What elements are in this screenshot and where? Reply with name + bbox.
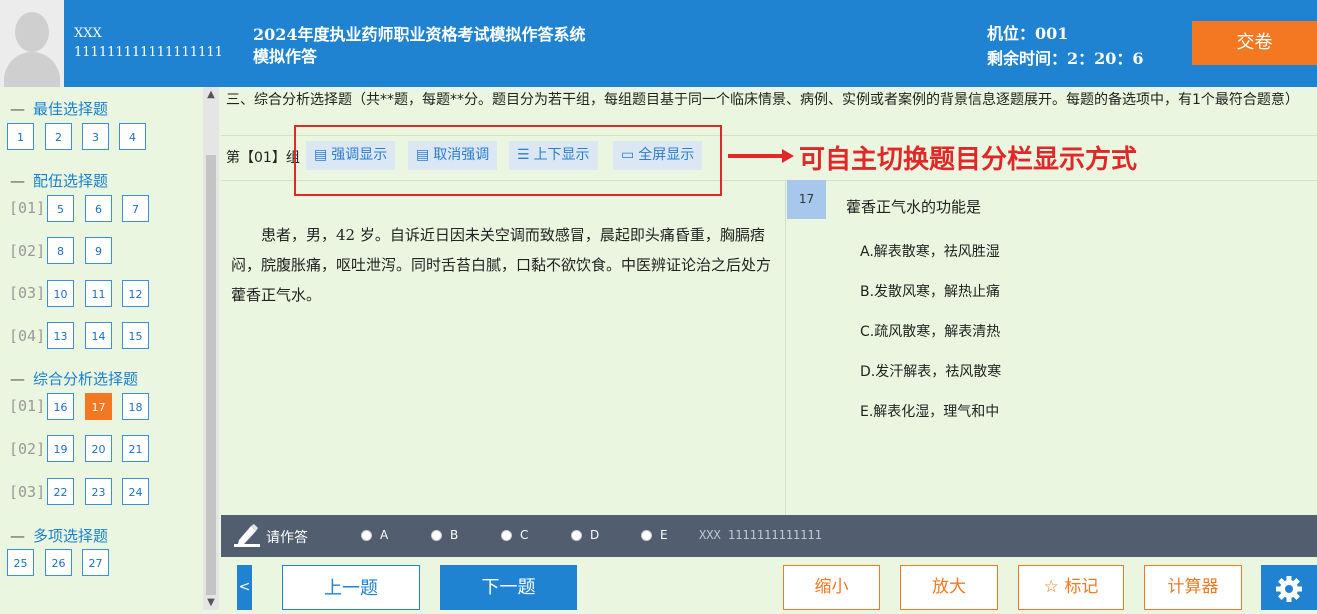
settings-button[interactable] bbox=[1261, 565, 1317, 610]
question-link-current[interactable]: 17 bbox=[85, 393, 112, 420]
question-link[interactable]: 5 bbox=[47, 195, 74, 222]
question-link[interactable]: 18 bbox=[122, 393, 149, 420]
option-e: E.解表化湿，理气和中 bbox=[860, 404, 1000, 420]
group-label: [02] bbox=[9, 242, 46, 260]
scroll-thumb[interactable] bbox=[206, 155, 216, 595]
answer-choice-c[interactable]: C bbox=[501, 528, 528, 542]
group-title: 第【01】组 bbox=[226, 150, 300, 166]
pen-icon bbox=[234, 524, 260, 547]
submit-button[interactable]: 交卷 bbox=[1192, 21, 1317, 65]
answer-prompt: 请作答 bbox=[266, 530, 308, 546]
zoom-out-button[interactable]: 缩小 bbox=[783, 565, 880, 610]
question-number: 17 bbox=[787, 180, 826, 219]
zoom-in-button[interactable]: 放大 bbox=[900, 565, 998, 610]
mode-label: 模拟作答 bbox=[253, 47, 318, 66]
scroll-up-icon[interactable]: ▲ bbox=[203, 89, 219, 100]
question-link[interactable]: 24 bbox=[122, 478, 149, 505]
case-passage: 患者，男，42 岁。自诉近日因未关空调而致感冒，晨起即头痛昏重，胸膈痞闷，脘腹胀… bbox=[231, 226, 772, 304]
annotation-text: 可自主切换题目分栏显示方式 bbox=[799, 145, 1138, 175]
time-remaining: 剩余时间：2：20：6 bbox=[987, 49, 1144, 68]
option-c: C.疏风散寒，解表清热 bbox=[860, 324, 1001, 340]
question-link[interactable]: 11 bbox=[85, 280, 112, 307]
answer-watermark: XXX 1111111111111 bbox=[699, 528, 822, 542]
question-link[interactable]: 21 bbox=[122, 435, 149, 462]
annotation-highlight-box bbox=[294, 125, 722, 196]
question-link[interactable]: 15 bbox=[122, 322, 149, 349]
group-label: [01] bbox=[9, 199, 46, 217]
question-link[interactable]: 20 bbox=[85, 435, 112, 462]
group-label: [04] bbox=[9, 327, 46, 345]
header-bar: XXX 111111111111111111 2024年度执业药师职业资格考试模… bbox=[0, 0, 1317, 87]
radio-icon bbox=[361, 530, 372, 541]
group-label: [03] bbox=[9, 284, 46, 302]
option-d: D.发汗解表，祛风散寒 bbox=[860, 364, 1002, 380]
question-link[interactable]: 25 bbox=[7, 549, 34, 576]
user-id: 111111111111111111 bbox=[74, 45, 223, 60]
sidebar-scrollbar[interactable]: ▲ ▼ bbox=[203, 87, 219, 610]
question-link[interactable]: 4 bbox=[119, 123, 146, 150]
question-link[interactable]: 13 bbox=[47, 322, 74, 349]
scroll-down-icon[interactable]: ▼ bbox=[203, 597, 219, 608]
option-a: A.解表散寒，祛风胜湿 bbox=[860, 244, 1000, 260]
user-name: XXX bbox=[74, 26, 102, 41]
question-link[interactable]: 9 bbox=[85, 237, 112, 264]
question-link[interactable]: 7 bbox=[122, 195, 149, 222]
group-label: [03] bbox=[9, 483, 46, 501]
group-label: [01] bbox=[9, 397, 46, 415]
column-divider bbox=[785, 180, 786, 515]
question-link[interactable]: 6 bbox=[85, 195, 112, 222]
answer-bar: 请作答 A B C D E XXX 1111111111111 bbox=[221, 515, 1317, 557]
question-link[interactable]: 22 bbox=[47, 478, 74, 505]
section-header: — 综合分析选择题 bbox=[10, 370, 139, 388]
section-instructions: 三、综合分析选择题（共**题，每题**分。题目分为若干组，每组题目基于同一个临床… bbox=[226, 92, 1299, 108]
question-link[interactable]: 1 bbox=[7, 123, 34, 150]
answer-choice-b[interactable]: B bbox=[431, 528, 458, 542]
section-header: — 最佳选择题 bbox=[10, 100, 109, 118]
system-title: 2024年度执业药师职业资格考试模拟作答系统 bbox=[253, 25, 586, 44]
radio-icon bbox=[571, 530, 582, 541]
radio-icon bbox=[641, 530, 652, 541]
group-label: [02] bbox=[9, 440, 46, 458]
question-link[interactable]: 19 bbox=[47, 435, 74, 462]
seat-number: 机位：001 bbox=[987, 24, 1069, 43]
next-question-button[interactable]: 下一题 bbox=[440, 565, 577, 610]
question-link[interactable]: 2 bbox=[45, 123, 72, 150]
question-navigator: — 最佳选择题 1 2 3 4 — 配伍选择题 [01] 5 6 7 [02] 8 … bbox=[0, 87, 203, 610]
collapse-arrow-button[interactable]: < bbox=[237, 565, 252, 610]
answer-choice-e[interactable]: E bbox=[641, 528, 668, 542]
question-link[interactable]: 23 bbox=[85, 478, 112, 505]
question-link[interactable]: 14 bbox=[85, 322, 112, 349]
prev-question-button[interactable]: 上一题 bbox=[282, 565, 420, 610]
option-b: B.发散风寒，解热止痛 bbox=[860, 284, 1001, 300]
question-link[interactable]: 26 bbox=[45, 549, 72, 576]
answer-choice-d[interactable]: D bbox=[571, 528, 599, 542]
answer-choice-a[interactable]: A bbox=[361, 528, 388, 542]
question-link[interactable]: 16 bbox=[47, 393, 74, 420]
question-link[interactable]: 27 bbox=[82, 549, 109, 576]
question-link[interactable]: 10 bbox=[47, 280, 74, 307]
calculator-button[interactable]: 计算器 bbox=[1144, 565, 1242, 610]
section-header: — 多项选择题 bbox=[10, 527, 109, 545]
radio-icon bbox=[431, 530, 442, 541]
radio-icon bbox=[501, 530, 512, 541]
mark-button[interactable]: ☆ 标记 bbox=[1018, 565, 1124, 610]
star-icon: ☆ bbox=[1043, 577, 1059, 597]
avatar bbox=[0, 0, 64, 87]
question-stem: 藿香正气水的功能是 bbox=[846, 198, 982, 216]
question-link[interactable]: 8 bbox=[47, 237, 74, 264]
annotation-arrow bbox=[728, 149, 794, 163]
question-link[interactable]: 12 bbox=[122, 280, 149, 307]
section-header: — 配伍选择题 bbox=[10, 172, 109, 190]
gear-icon bbox=[1276, 576, 1302, 602]
question-link[interactable]: 3 bbox=[82, 123, 109, 150]
